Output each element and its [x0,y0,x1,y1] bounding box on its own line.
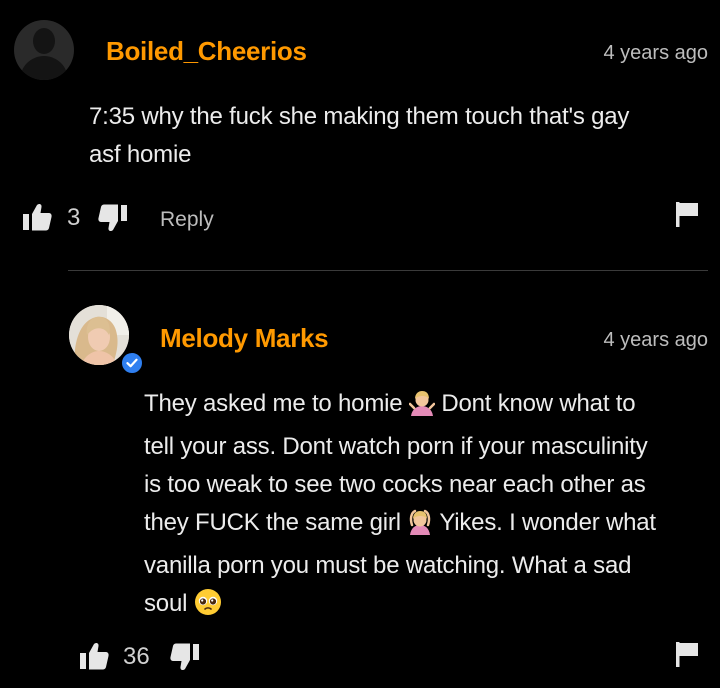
like-count: 36 [123,643,150,670]
comment-timestamp: 4 years ago [603,329,708,351]
avatar-default[interactable] [14,20,74,80]
comment-username[interactable]: Melody Marks [160,323,329,354]
thumbs-up-icon[interactable] [22,203,52,231]
like-count: 3 [67,204,81,231]
thumbs-up-icon[interactable] [79,642,109,670]
comment-text: 7:35 why the fuck she making them touch … [89,103,630,168]
reply-button[interactable]: Reply [160,208,214,232]
person-gesturing-ok-emoji [407,509,433,547]
verified-badge-icon [120,351,144,375]
comment-username[interactable]: Boiled_Cheerios [106,36,307,67]
comment-timestamp: 4 years ago [603,42,708,64]
flag-icon[interactable] [675,201,699,227]
person-shrugging-emoji [408,390,436,428]
avatar[interactable] [69,305,129,365]
comment-text: They asked me to homie Dont know what to… [144,385,714,628]
pleading-face-emoji [194,588,222,628]
flag-icon[interactable] [675,641,699,667]
thumbs-down-icon[interactable] [98,204,128,232]
thumbs-down-icon[interactable] [170,643,200,671]
comment-divider [68,270,708,271]
